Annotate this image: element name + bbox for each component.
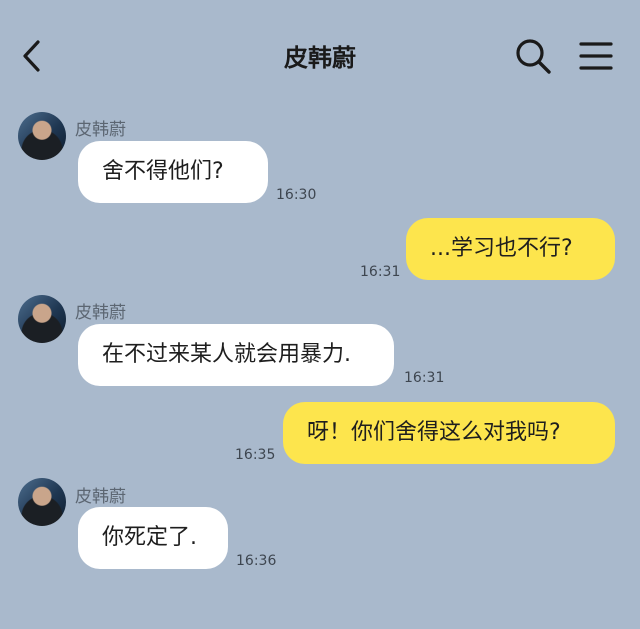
message-time: 16:31 [360, 264, 401, 280]
sender-name: 皮韩蔚 [75, 487, 126, 507]
message-bubble[interactable]: ...学习也不行? [406, 218, 615, 280]
chat-header: 皮韩蔚 [0, 0, 640, 110]
sender-name: 皮韩蔚 [75, 303, 126, 323]
message-bubble[interactable]: 舍不得他们? [78, 141, 268, 203]
message-bubble[interactable]: 呀！你们舍得这么对我吗? [283, 402, 615, 464]
message-time: 16:31 [404, 370, 445, 386]
search-icon[interactable] [513, 36, 553, 76]
message-time: 16:36 [236, 553, 277, 569]
message-bubble[interactable]: 你死定了. [78, 507, 228, 569]
avatar[interactable] [18, 295, 66, 343]
message-time: 16:35 [235, 447, 276, 463]
sender-name: 皮韩蔚 [75, 120, 126, 140]
hamburger-menu-icon[interactable] [577, 38, 615, 74]
avatar[interactable] [18, 112, 66, 160]
avatar[interactable] [18, 478, 66, 526]
message-time: 16:30 [276, 187, 317, 203]
message-bubble[interactable]: 在不过来某人就会用暴力. [78, 324, 394, 386]
